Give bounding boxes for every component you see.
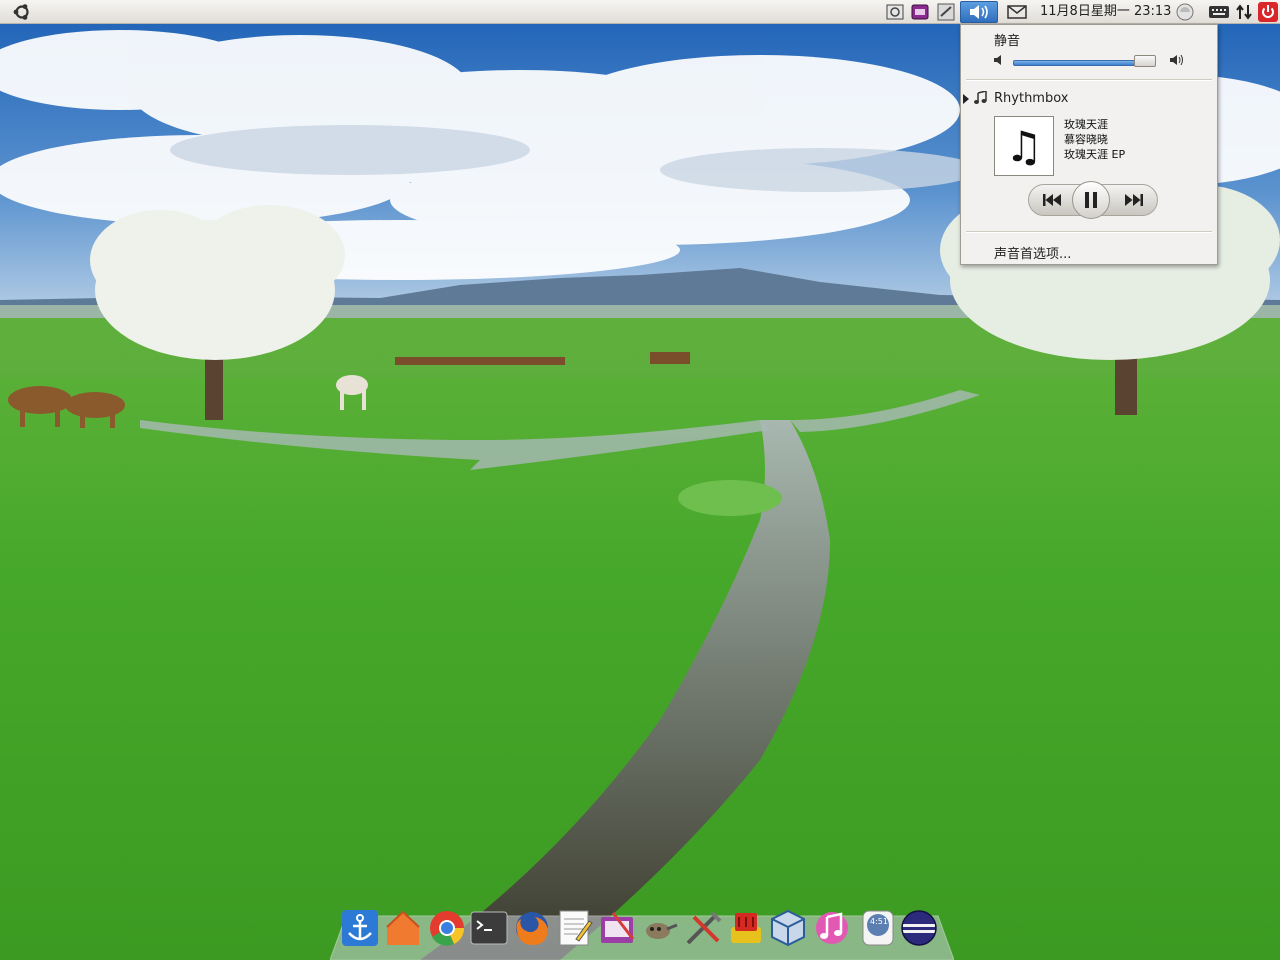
terminal-icon[interactable]: [469, 908, 509, 948]
tools-icon[interactable]: [683, 908, 723, 948]
text-editor-icon[interactable]: [555, 908, 595, 948]
track-album: 玫瑰天涯 EP: [1064, 148, 1126, 161]
mail-icon[interactable]: [1005, 1, 1029, 23]
keyboard-icon[interactable]: [1207, 1, 1231, 23]
screenshot-icon[interactable]: [884, 1, 906, 23]
menu-separator: [966, 231, 1212, 233]
previous-track-button[interactable]: [1039, 185, 1065, 215]
expand-arrow-icon[interactable]: [963, 93, 969, 108]
playback-controls: [1028, 181, 1158, 219]
virtualbox-icon[interactable]: [768, 908, 808, 948]
network-icon[interactable]: [1233, 1, 1255, 23]
album-art-music-icon: ♫: [1005, 121, 1043, 171]
volume-high-icon: [1169, 54, 1185, 70]
album-art: ♫: [994, 116, 1054, 176]
music-player-icon[interactable]: [812, 908, 852, 948]
display-icon[interactable]: [935, 1, 957, 23]
track-artist: 慕容晓晓: [1064, 133, 1108, 146]
volume-icon[interactable]: [960, 1, 998, 23]
clock-icon[interactable]: 4:51: [858, 908, 898, 948]
clock-icon-text: 4:51: [870, 917, 888, 926]
ubuntu-logo-icon[interactable]: [10, 1, 34, 23]
volume-slider-handle[interactable]: [1133, 55, 1156, 67]
panel-clock[interactable]: 11月8日星期一 23:13: [1040, 0, 1171, 24]
power-status-icon[interactable]: [1173, 1, 1197, 23]
sound-menu: 静音 Rhythmbox ♫ 玫瑰天涯 慕容晓晓 玫瑰天涯 EP 声音首选项..…: [960, 24, 1218, 265]
player-name[interactable]: Rhythmbox: [994, 91, 1068, 106]
menu-separator: [966, 79, 1212, 81]
music-note-icon: [973, 90, 987, 109]
volume-low-icon: [993, 54, 1003, 70]
top-panel: 11月8日星期一 23:13: [0, 0, 1280, 24]
system-settings-icon[interactable]: [598, 908, 638, 948]
media-player-icon[interactable]: [909, 1, 931, 23]
chrome-icon[interactable]: [427, 908, 467, 948]
next-track-button[interactable]: [1121, 185, 1147, 215]
firefox-icon[interactable]: [512, 908, 552, 948]
mute-menu-item[interactable]: 静音: [994, 30, 1020, 49]
home-folder-icon[interactable]: [383, 908, 423, 948]
pause-button[interactable]: [1072, 181, 1110, 219]
track-title: 玫瑰天涯: [1064, 118, 1108, 131]
eclipse-icon[interactable]: [899, 908, 939, 948]
docky-anchor-icon[interactable]: [340, 908, 380, 948]
package-manager-icon[interactable]: [726, 908, 766, 948]
gimp-icon[interactable]: [640, 908, 680, 948]
sound-preferences-item[interactable]: 声音首选项...: [994, 243, 1071, 262]
shutdown-icon[interactable]: [1257, 1, 1279, 23]
